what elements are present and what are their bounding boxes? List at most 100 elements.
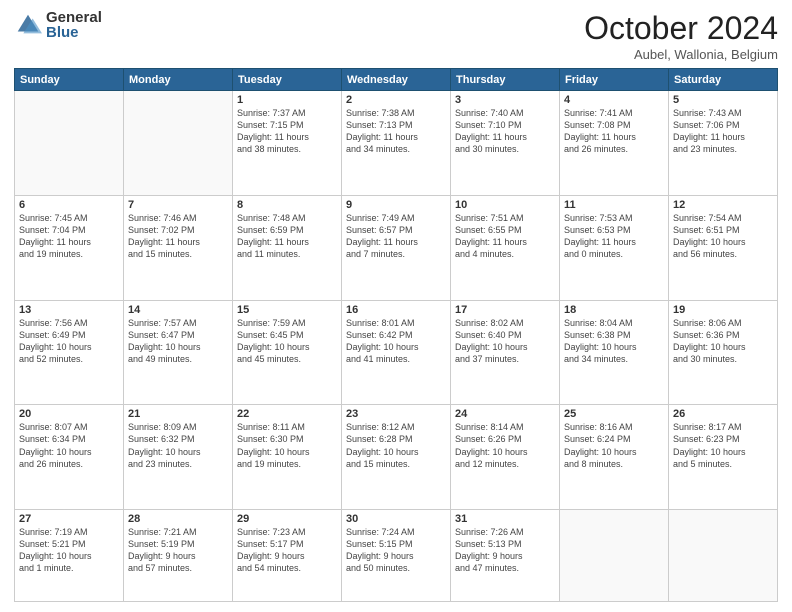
day-number: 29	[237, 513, 337, 525]
day-info: Sunrise: 7:37 AM Sunset: 7:15 PM Dayligh…	[237, 107, 337, 156]
day-info: Sunrise: 7:53 AM Sunset: 6:53 PM Dayligh…	[564, 212, 664, 261]
calendar-cell: 3Sunrise: 7:40 AM Sunset: 7:10 PM Daylig…	[451, 91, 560, 196]
calendar-cell: 5Sunrise: 7:43 AM Sunset: 7:06 PM Daylig…	[669, 91, 778, 196]
day-info: Sunrise: 7:54 AM Sunset: 6:51 PM Dayligh…	[673, 212, 773, 261]
day-info: Sunrise: 8:12 AM Sunset: 6:28 PM Dayligh…	[346, 421, 446, 470]
day-info: Sunrise: 7:56 AM Sunset: 6:49 PM Dayligh…	[19, 317, 119, 366]
day-number: 13	[19, 304, 119, 316]
calendar-cell	[124, 91, 233, 196]
calendar-cell: 18Sunrise: 8:04 AM Sunset: 6:38 PM Dayli…	[560, 300, 669, 405]
day-info: Sunrise: 8:16 AM Sunset: 6:24 PM Dayligh…	[564, 421, 664, 470]
calendar-cell: 16Sunrise: 8:01 AM Sunset: 6:42 PM Dayli…	[342, 300, 451, 405]
calendar-cell: 27Sunrise: 7:19 AM Sunset: 5:21 PM Dayli…	[15, 510, 124, 602]
calendar-cell: 4Sunrise: 7:41 AM Sunset: 7:08 PM Daylig…	[560, 91, 669, 196]
page: General Blue October 2024 Aubel, Walloni…	[0, 0, 792, 612]
day-info: Sunrise: 7:26 AM Sunset: 5:13 PM Dayligh…	[455, 526, 555, 575]
day-info: Sunrise: 7:59 AM Sunset: 6:45 PM Dayligh…	[237, 317, 337, 366]
calendar-cell: 7Sunrise: 7:46 AM Sunset: 7:02 PM Daylig…	[124, 195, 233, 300]
day-info: Sunrise: 7:49 AM Sunset: 6:57 PM Dayligh…	[346, 212, 446, 261]
title-month: October 2024	[584, 10, 778, 47]
calendar-cell: 8Sunrise: 7:48 AM Sunset: 6:59 PM Daylig…	[233, 195, 342, 300]
calendar-cell: 11Sunrise: 7:53 AM Sunset: 6:53 PM Dayli…	[560, 195, 669, 300]
day-info: Sunrise: 7:57 AM Sunset: 6:47 PM Dayligh…	[128, 317, 228, 366]
day-info: Sunrise: 8:07 AM Sunset: 6:34 PM Dayligh…	[19, 421, 119, 470]
calendar-cell: 14Sunrise: 7:57 AM Sunset: 6:47 PM Dayli…	[124, 300, 233, 405]
day-number: 31	[455, 513, 555, 525]
logo-text: General Blue	[46, 10, 102, 40]
day-number: 19	[673, 304, 773, 316]
calendar-cell: 9Sunrise: 7:49 AM Sunset: 6:57 PM Daylig…	[342, 195, 451, 300]
header-saturday: Saturday	[669, 69, 778, 91]
day-info: Sunrise: 7:19 AM Sunset: 5:21 PM Dayligh…	[19, 526, 119, 575]
calendar-header-row: Sunday Monday Tuesday Wednesday Thursday…	[15, 69, 778, 91]
day-number: 17	[455, 304, 555, 316]
day-number: 26	[673, 408, 773, 420]
day-info: Sunrise: 7:38 AM Sunset: 7:13 PM Dayligh…	[346, 107, 446, 156]
day-info: Sunrise: 7:24 AM Sunset: 5:15 PM Dayligh…	[346, 526, 446, 575]
day-number: 15	[237, 304, 337, 316]
day-info: Sunrise: 7:40 AM Sunset: 7:10 PM Dayligh…	[455, 107, 555, 156]
day-info: Sunrise: 7:46 AM Sunset: 7:02 PM Dayligh…	[128, 212, 228, 261]
calendar-cell	[15, 91, 124, 196]
day-info: Sunrise: 7:43 AM Sunset: 7:06 PM Dayligh…	[673, 107, 773, 156]
day-info: Sunrise: 8:11 AM Sunset: 6:30 PM Dayligh…	[237, 421, 337, 470]
day-info: Sunrise: 8:01 AM Sunset: 6:42 PM Dayligh…	[346, 317, 446, 366]
calendar-cell: 23Sunrise: 8:12 AM Sunset: 6:28 PM Dayli…	[342, 405, 451, 510]
day-number: 18	[564, 304, 664, 316]
day-number: 1	[237, 94, 337, 106]
title-location: Aubel, Wallonia, Belgium	[584, 47, 778, 62]
day-number: 10	[455, 199, 555, 211]
calendar-cell: 25Sunrise: 8:16 AM Sunset: 6:24 PM Dayli…	[560, 405, 669, 510]
day-number: 8	[237, 199, 337, 211]
day-info: Sunrise: 7:45 AM Sunset: 7:04 PM Dayligh…	[19, 212, 119, 261]
calendar-cell: 20Sunrise: 8:07 AM Sunset: 6:34 PM Dayli…	[15, 405, 124, 510]
calendar-cell: 28Sunrise: 7:21 AM Sunset: 5:19 PM Dayli…	[124, 510, 233, 602]
header-tuesday: Tuesday	[233, 69, 342, 91]
calendar-cell: 2Sunrise: 7:38 AM Sunset: 7:13 PM Daylig…	[342, 91, 451, 196]
day-number: 24	[455, 408, 555, 420]
day-info: Sunrise: 7:48 AM Sunset: 6:59 PM Dayligh…	[237, 212, 337, 261]
calendar-cell: 13Sunrise: 7:56 AM Sunset: 6:49 PM Dayli…	[15, 300, 124, 405]
day-number: 3	[455, 94, 555, 106]
header-monday: Monday	[124, 69, 233, 91]
header-friday: Friday	[560, 69, 669, 91]
calendar-table: Sunday Monday Tuesday Wednesday Thursday…	[14, 68, 778, 602]
day-info: Sunrise: 7:23 AM Sunset: 5:17 PM Dayligh…	[237, 526, 337, 575]
day-number: 25	[564, 408, 664, 420]
day-number: 6	[19, 199, 119, 211]
day-number: 11	[564, 199, 664, 211]
day-info: Sunrise: 8:04 AM Sunset: 6:38 PM Dayligh…	[564, 317, 664, 366]
day-info: Sunrise: 8:02 AM Sunset: 6:40 PM Dayligh…	[455, 317, 555, 366]
logo-blue: Blue	[46, 25, 102, 40]
day-number: 23	[346, 408, 446, 420]
calendar-cell: 31Sunrise: 7:26 AM Sunset: 5:13 PM Dayli…	[451, 510, 560, 602]
calendar-cell: 29Sunrise: 7:23 AM Sunset: 5:17 PM Dayli…	[233, 510, 342, 602]
day-number: 16	[346, 304, 446, 316]
calendar-cell: 22Sunrise: 8:11 AM Sunset: 6:30 PM Dayli…	[233, 405, 342, 510]
day-info: Sunrise: 7:41 AM Sunset: 7:08 PM Dayligh…	[564, 107, 664, 156]
day-number: 2	[346, 94, 446, 106]
header-thursday: Thursday	[451, 69, 560, 91]
header-sunday: Sunday	[15, 69, 124, 91]
day-number: 7	[128, 199, 228, 211]
day-info: Sunrise: 8:06 AM Sunset: 6:36 PM Dayligh…	[673, 317, 773, 366]
day-number: 22	[237, 408, 337, 420]
day-number: 28	[128, 513, 228, 525]
calendar-cell: 21Sunrise: 8:09 AM Sunset: 6:32 PM Dayli…	[124, 405, 233, 510]
day-number: 30	[346, 513, 446, 525]
day-info: Sunrise: 8:14 AM Sunset: 6:26 PM Dayligh…	[455, 421, 555, 470]
calendar-cell: 15Sunrise: 7:59 AM Sunset: 6:45 PM Dayli…	[233, 300, 342, 405]
day-number: 4	[564, 94, 664, 106]
logo-general: General	[46, 10, 102, 25]
logo-icon	[14, 11, 42, 39]
day-number: 21	[128, 408, 228, 420]
calendar-cell	[669, 510, 778, 602]
calendar-cell: 17Sunrise: 8:02 AM Sunset: 6:40 PM Dayli…	[451, 300, 560, 405]
calendar-cell: 30Sunrise: 7:24 AM Sunset: 5:15 PM Dayli…	[342, 510, 451, 602]
calendar-cell: 19Sunrise: 8:06 AM Sunset: 6:36 PM Dayli…	[669, 300, 778, 405]
calendar-cell: 24Sunrise: 8:14 AM Sunset: 6:26 PM Dayli…	[451, 405, 560, 510]
day-number: 20	[19, 408, 119, 420]
day-info: Sunrise: 8:17 AM Sunset: 6:23 PM Dayligh…	[673, 421, 773, 470]
calendar-cell: 1Sunrise: 7:37 AM Sunset: 7:15 PM Daylig…	[233, 91, 342, 196]
calendar-cell: 10Sunrise: 7:51 AM Sunset: 6:55 PM Dayli…	[451, 195, 560, 300]
